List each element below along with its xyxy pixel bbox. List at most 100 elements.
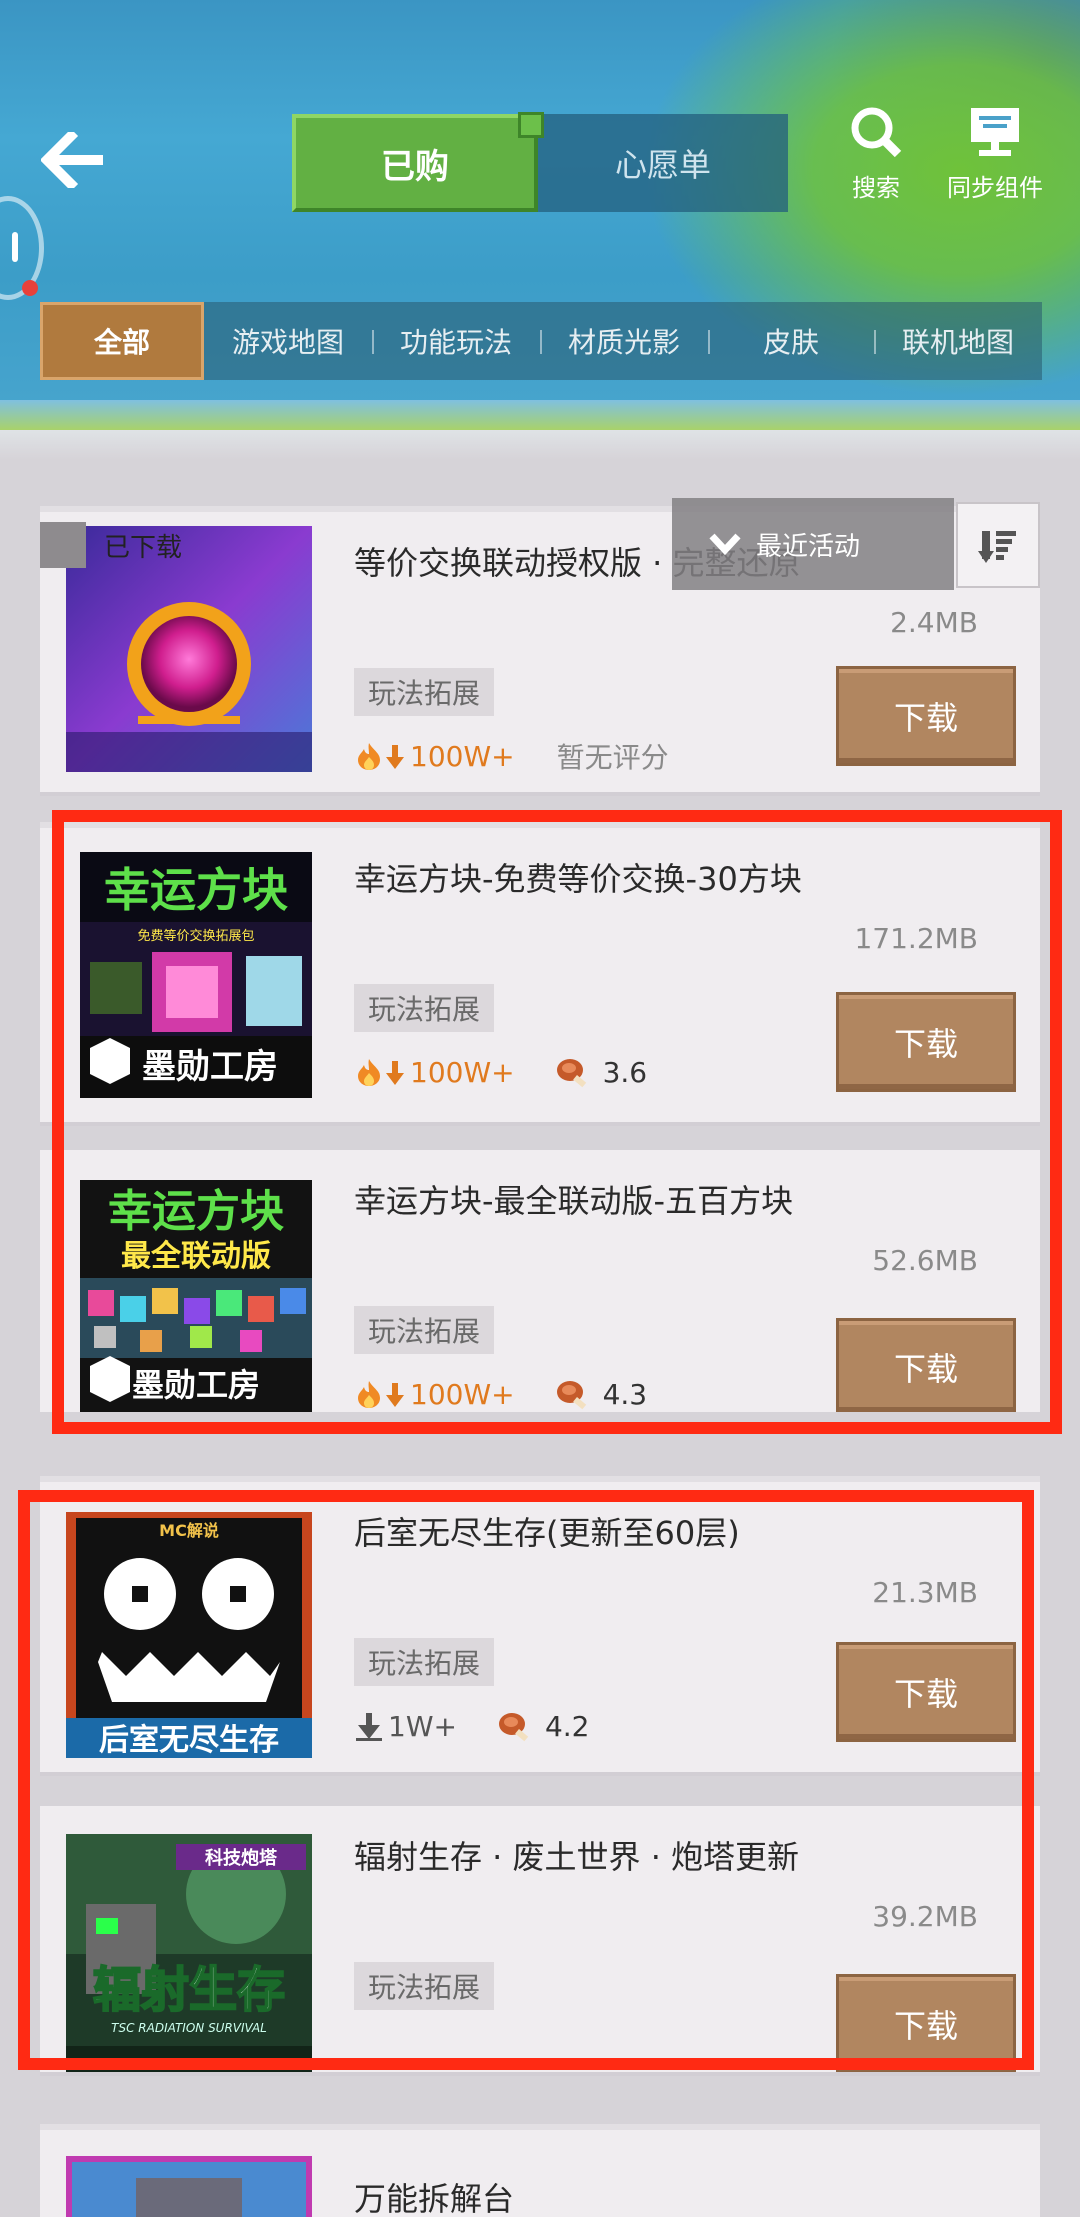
item-meta: 1W+ 4.2	[354, 1706, 590, 1746]
thumbnail-badge-text: MC解说	[159, 1521, 219, 1540]
item-size: 52.6MB	[872, 1244, 978, 1277]
item-size: 2.4MB	[890, 606, 978, 639]
item-title: 万能拆解台	[354, 2180, 515, 2217]
category-filter-bar: 全部 游戏地图 功能玩法 材质光影 皮肤 联机地图	[40, 302, 1042, 380]
filter-gameplay[interactable]: 功能玩法	[372, 302, 540, 380]
notification-dot	[22, 280, 38, 296]
sort-dropdown[interactable]: 最近活动	[672, 498, 954, 590]
filter-game-map[interactable]: 游戏地图	[204, 302, 372, 380]
tab-wishlist-label: 心愿单	[614, 146, 711, 184]
rating-value: 4.2	[544, 1709, 590, 1743]
filter-multiplayer-map-label: 联机地图	[901, 326, 1014, 359]
chevron-down-icon	[709, 533, 741, 556]
download-button-label: 下载	[893, 2007, 958, 2045]
item-title: 幸运方块-最全联动版-五百方块	[354, 1182, 794, 1220]
meat-rating-icon	[556, 1059, 586, 1088]
item-size: 21.3MB	[872, 1576, 978, 1609]
rating: 4.3	[555, 1377, 648, 1411]
filter-game-map-label: 游戏地图	[231, 326, 344, 359]
rating: 3.6	[555, 1055, 648, 1089]
item-tag: 玩法拓展	[354, 1962, 495, 2010]
sync-label: 同步组件	[947, 174, 1043, 202]
download-count: 100W+	[410, 739, 515, 773]
item-thumbnail: 幸运方块 最全联动版 墨勋工房	[80, 1180, 312, 1412]
back-button[interactable]	[36, 128, 112, 192]
item-thumbnail: 幸运方块 免费等价交换拓展包 墨勋工房	[80, 852, 312, 1098]
item-thumbnail	[66, 2156, 312, 2217]
fire-icon	[358, 1059, 380, 1086]
tab-bought[interactable]: 已购	[292, 112, 544, 212]
thumbnail-sub-text: TSC RADIATION SURVIVAL	[111, 2021, 267, 2035]
fire-icon	[358, 743, 380, 770]
download-arrow-icon	[386, 1061, 404, 1085]
top-header: 已购 心愿单 搜索 同步组件 全部 游戏地图 功能玩法 材质光影 皮肤 联机地图	[0, 0, 1080, 460]
download-count: 100W+	[410, 1055, 515, 1089]
download-arrow-icon	[356, 1713, 382, 1741]
filter-all[interactable]: 全部	[40, 302, 204, 380]
filter-all-label: 全部	[93, 326, 150, 359]
item-tag: 玩法拓展	[354, 1306, 495, 1354]
filter-skin[interactable]: 皮肤	[708, 302, 874, 380]
search-icon	[851, 107, 902, 158]
download-button[interactable]: 下载	[836, 666, 1016, 766]
list-item[interactable]: MC解说 后室无尽生存 后室无尽生存(更新至60层) 21.3MB 玩法拓展 1…	[40, 1482, 1040, 1776]
rating-value: 4.3	[602, 1377, 648, 1411]
sort-label: 最近活动	[756, 531, 861, 562]
item-meta: 100W+ 4.3	[354, 1376, 647, 1412]
rating: 4.2	[497, 1709, 590, 1743]
thumbnail-title-text: 幸运方块	[108, 1186, 284, 1237]
item-tag: 玩法拓展	[354, 668, 495, 716]
tab-wishlist[interactable]: 心愿单	[538, 114, 788, 212]
sync-components-button[interactable]: 同步组件	[940, 104, 1050, 203]
download-button-label: 下载	[893, 1025, 958, 1063]
thumbnail-badge-text: 科技炮塔	[205, 1847, 278, 1869]
download-count: 1W+	[388, 1709, 457, 1743]
thumbnail-sub-text: 免费等价交换拓展包	[137, 928, 254, 944]
header-edge	[0, 430, 1080, 460]
download-button[interactable]: 下载	[836, 1642, 1016, 1742]
filter-skin-label: 皮肤	[762, 326, 819, 359]
download-button[interactable]: 下载	[836, 1974, 1016, 2072]
thumbnail-studio-text: 墨勋工房	[132, 1366, 260, 1404]
download-button-label: 下载	[893, 699, 958, 737]
thumbnail-sub-text: 最全联动版	[121, 1239, 271, 1274]
sort-icon	[978, 531, 1016, 563]
item-title: 后室无尽生存(更新至60层)	[354, 1514, 740, 1552]
filter-texture-shader[interactable]: 材质光影	[540, 302, 708, 380]
list-item[interactable]: 幸运方块 最全联动版 墨勋工房 幸运方块-最全联动版-五百方块 52.6MB 玩…	[40, 1150, 1040, 1412]
floating-assistant-mark	[12, 232, 18, 262]
list-item[interactable]: 幸运方块 免费等价交换拓展包 墨勋工房 幸运方块-免费等价交换-30方块 171…	[40, 828, 1040, 1126]
download-arrow-icon	[386, 1383, 404, 1407]
sort-order-button[interactable]	[956, 502, 1040, 588]
item-thumbnail: 科技炮塔 辐射生存 TSC RADIATION SURVIVAL	[66, 1834, 312, 2072]
download-button[interactable]: 下载	[836, 1318, 1016, 1412]
downloaded-label: 已下载	[104, 532, 183, 563]
download-arrow-icon	[386, 745, 404, 769]
thumbnail-title-text: 辐射生存	[93, 1962, 285, 2018]
filter-multiplayer-map[interactable]: 联机地图	[874, 302, 1042, 380]
filter-texture-shader-label: 材质光影	[567, 326, 680, 359]
item-tag: 玩法拓展	[354, 1638, 495, 1686]
download-button-label: 下载	[893, 1349, 958, 1388]
item-meta: 100W+ 3.6	[354, 1052, 647, 1092]
download-button[interactable]: 下载	[836, 992, 1016, 1092]
header-band	[0, 400, 1080, 430]
search-label: 搜索	[852, 174, 900, 202]
back-arrow-icon	[41, 132, 103, 188]
thumbnail-studio-text: 墨勋工房	[142, 1047, 278, 1087]
list-item[interactable]: 万能拆解台	[40, 2130, 1040, 2217]
download-button-label: 下载	[893, 1675, 958, 1713]
list-item[interactable]: 科技炮塔 辐射生存 TSC RADIATION SURVIVAL 辐射生存 · …	[40, 1806, 1040, 2076]
no-rating-label: 暂无评分	[556, 741, 669, 774]
item-title: 辐射生存 · 废土世界 · 炮塔更新	[354, 1838, 800, 1876]
tab-bought-label: 已购	[381, 146, 449, 187]
thumbnail-title-text: 幸运方块	[104, 863, 288, 917]
meat-rating-icon	[556, 1381, 586, 1410]
search-button[interactable]: 搜索	[838, 104, 914, 203]
download-count: 100W+	[410, 1377, 515, 1411]
item-thumbnail: MC解说 后室无尽生存	[66, 1512, 312, 1758]
downloaded-badge: 已下载	[40, 522, 182, 568]
sync-monitor-icon	[971, 108, 1019, 156]
rating-value: 3.6	[602, 1055, 648, 1089]
item-tag: 玩法拓展	[354, 984, 495, 1032]
